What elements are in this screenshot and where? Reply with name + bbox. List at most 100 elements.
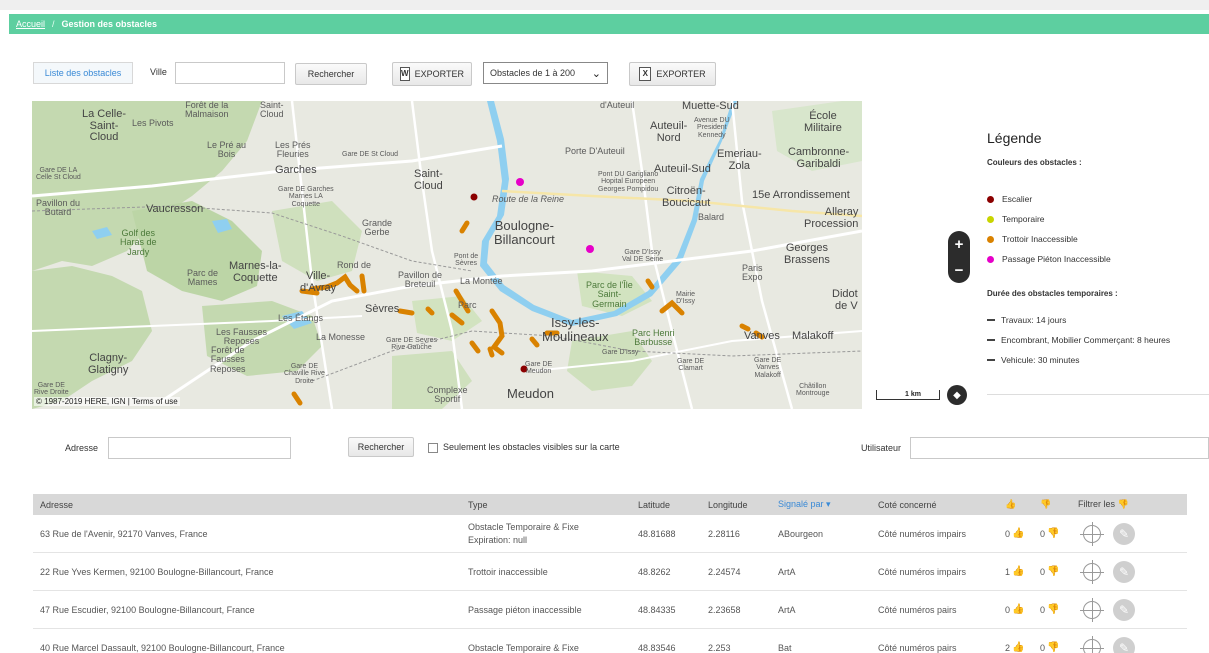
cell-cote: Côté numéros impairs xyxy=(878,566,967,577)
visible-only-label: Seulement les obstacles visibles sur la … xyxy=(443,442,620,452)
map-label-sevres: Sèvres xyxy=(365,303,400,315)
table-row[interactable]: 22 Rue Yves Kermen, 92100 Boulogne-Billa… xyxy=(33,553,1187,591)
cell-down[interactable]: 0 👎 xyxy=(1033,566,1071,577)
locate-target-icon[interactable] xyxy=(1080,597,1104,622)
range-select[interactable]: Obstacles de 1 à 200 ⌄ xyxy=(483,62,608,84)
row-actions: ✎ xyxy=(1071,597,1187,622)
export-excel-button[interactable]: X EXPORTER xyxy=(629,62,716,86)
table-row[interactable]: 40 Rue Marcel Dassault, 92100 Boulogne-B… xyxy=(33,629,1187,653)
dash-icon xyxy=(987,359,995,361)
map-label-monesse: La Monesse xyxy=(316,332,366,342)
map-label-la-montee: La Montée xyxy=(460,276,503,286)
map-label-auteuil-top: d'Auteuil xyxy=(600,101,635,110)
map-label-parc-ile: Parc de l'Île Saint- Germain xyxy=(586,280,633,309)
legend-item-escalier: Escalier xyxy=(987,189,1209,209)
legend-item-temporaire: Temporaire xyxy=(987,209,1209,229)
header-cote: Coté concerné xyxy=(878,499,937,510)
legend-duration-label: Vehicule: 30 minutes xyxy=(1001,355,1080,365)
thumbs-down-icon: 👎 xyxy=(1047,604,1060,615)
cell-cote: Côté numéros pairs xyxy=(878,604,957,615)
legend-item-label: Passage Piéton Inaccessible xyxy=(1002,254,1111,264)
adresse-label: Adresse xyxy=(65,443,99,453)
cell-down[interactable]: 0 👎 xyxy=(1033,642,1071,653)
cell-up[interactable]: 0 👍 xyxy=(998,604,1033,615)
chevron-down-icon: ⌄ xyxy=(591,68,601,80)
header-signale-sort[interactable]: Signalé par ▾ xyxy=(771,499,871,510)
up-count: 0 xyxy=(1005,604,1011,615)
cell-up[interactable]: 1 👍 xyxy=(998,566,1033,577)
cell-up[interactable]: 2 👍 xyxy=(998,642,1033,653)
map-label-parc-sevres: Parc xyxy=(458,300,477,310)
table-header: Adresse Type Latitude Longitude Signalé … xyxy=(33,494,1187,515)
map-label-ecole-militaire: École Militaire xyxy=(804,110,842,134)
map-copyright-link[interactable]: © 1987-2019 HERE, IGN | Terms of use xyxy=(34,397,180,406)
legend-item-trottoir: Trottoir Inaccessible xyxy=(987,229,1209,249)
edit-pencil-icon[interactable]: ✎ xyxy=(1113,522,1135,545)
map-label-gare-garches: Gare DE Garches Marnes LA Coquette xyxy=(278,186,334,208)
cell-signale: ArtA xyxy=(778,604,796,615)
table-row[interactable]: 47 Rue Escudier, 92100 Boulogne-Billanco… xyxy=(33,591,1187,629)
cell-latitude: 48.84335 xyxy=(638,604,676,615)
edit-pencil-icon[interactable]: ✎ xyxy=(1113,598,1135,621)
map-label-vanves: Vanves xyxy=(744,330,780,342)
map-label-pivots: Les Pivots xyxy=(132,118,174,128)
row-actions: ✎ xyxy=(1071,559,1187,584)
zoom-out-button[interactable]: − xyxy=(955,263,964,278)
adresse-input[interactable] xyxy=(108,437,291,459)
map-label-arrondissement: 15e Arrondissement xyxy=(752,189,850,201)
table-row[interactable]: 63 Rue de l'Avenir, 92170 Vanves, France… xyxy=(33,515,1187,553)
cell-down[interactable]: 0 👎 xyxy=(1033,528,1071,539)
map-label-golf: Golf des Haras de Jardy xyxy=(120,228,157,257)
cell-up[interactable]: 0 👍 xyxy=(998,528,1033,539)
export-excel-label: EXPORTER xyxy=(656,69,706,79)
top-strip xyxy=(0,0,1209,10)
edit-pencil-icon[interactable]: ✎ xyxy=(1113,560,1135,583)
cell-cote: Côté numéros pairs xyxy=(878,642,957,653)
utilisateur-input[interactable] xyxy=(910,437,1209,459)
locate-target-icon[interactable] xyxy=(1080,559,1104,584)
thumbs-up-icon: 👍 xyxy=(1012,642,1025,653)
visible-only-checkbox[interactable] xyxy=(428,443,438,453)
cell-signale: Bat xyxy=(778,642,792,653)
escalier-dot-icon xyxy=(987,195,994,203)
header-type: Type xyxy=(468,499,488,510)
cell-type: Obstacle Temporaire & Fixe xyxy=(461,643,631,653)
breadcrumb: Accueil / Gestion des obstacles xyxy=(9,14,1209,34)
cell-type-expiration: Expiration: null xyxy=(468,535,528,545)
cell-down[interactable]: 0 👎 xyxy=(1033,604,1071,615)
map-label-boulogne: Boulogne- Billancourt xyxy=(494,218,555,247)
legend-duration-label: Encombrant, Mobilier Commerçant: 8 heure… xyxy=(1001,335,1171,345)
locate-target-icon[interactable] xyxy=(1080,635,1104,653)
edit-pencil-icon[interactable]: ✎ xyxy=(1113,636,1135,653)
map[interactable]: La Celle- Saint- Cloud Les Pivots Forêt … xyxy=(32,101,862,409)
map-label-garches: Garches xyxy=(275,164,317,176)
cell-longitude: 2.253 xyxy=(708,642,731,653)
up-count: 2 xyxy=(1005,642,1011,653)
zoom-control: + − xyxy=(948,231,970,283)
map-label-gare-dissy: Gare D'Issy xyxy=(602,349,639,356)
export-word-label: EXPORTER xyxy=(414,69,464,79)
header-filtrer[interactable]: Filtrer les 👎 xyxy=(1071,499,1187,510)
map-label-foret-fausses: Forêt de Fausses Reposes xyxy=(210,345,246,374)
layers-icon[interactable]: ◆ xyxy=(947,385,967,405)
filters-bar: Adresse Rechercher Seulement les obstacl… xyxy=(0,436,1209,462)
row-actions: ✎ xyxy=(1071,521,1187,546)
ville-search-button[interactable]: Rechercher xyxy=(295,63,367,85)
adresse-search-button[interactable]: Rechercher xyxy=(348,437,414,457)
map-label-auteuil-sud: Auteuil-Sud xyxy=(654,163,711,175)
ville-input[interactable] xyxy=(175,62,285,84)
map-label-citroen: Citroën- Boucicaut xyxy=(662,185,711,209)
breadcrumb-home-link[interactable]: Accueil xyxy=(16,19,45,29)
map-label-pavillon-butard: Pavillon du Butard xyxy=(36,198,81,218)
map-label-gare-clamart: Gare DE Clamart xyxy=(677,358,705,373)
export-word-button[interactable]: W EXPORTER xyxy=(392,62,472,86)
tab-liste-obstacles[interactable]: Liste des obstacles xyxy=(33,62,133,84)
locate-target-icon[interactable] xyxy=(1080,521,1104,546)
map-label-saint-cloud-small: Saint- Cloud xyxy=(260,101,284,120)
map-label-complexe: Complexe Sportif xyxy=(427,385,468,405)
map-label-mairie-issy: Mairie D'Issy xyxy=(676,291,696,306)
legend-title: Légende xyxy=(987,130,1042,146)
map-label-emeriau: Emeriau- Zola xyxy=(717,148,762,172)
zoom-in-button[interactable]: + xyxy=(955,237,964,252)
map-label-chatillon: Châtillon Montrouge xyxy=(796,383,830,398)
